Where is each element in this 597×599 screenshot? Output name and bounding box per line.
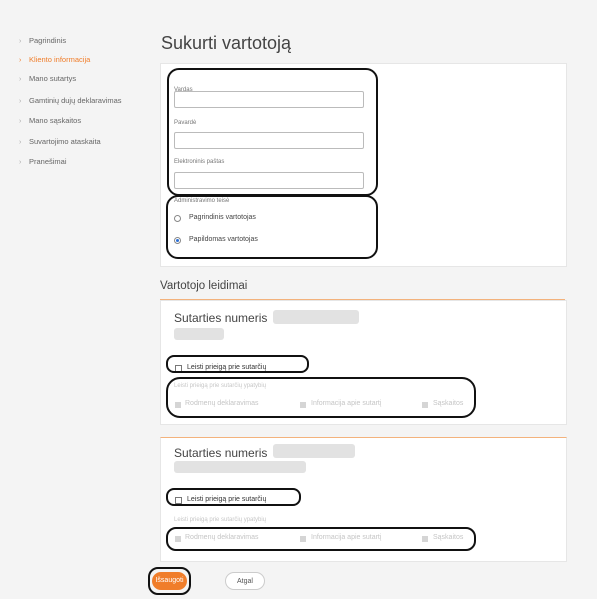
chevron-right-icon: › [19, 57, 22, 64]
contract-address-redacted [174, 328, 224, 340]
contract-title: Sutarties numeris [174, 446, 268, 460]
contract-number-redacted [273, 310, 359, 324]
sidebar-item-label: Suvartojimo ataskaita [29, 137, 101, 146]
permissions-title: Vartotojo leidimai [160, 280, 248, 292]
sidebar: › Pagrindinis › Kliento informacija › Mano … [0, 0, 150, 599]
contract-title: Sutarties numeris [174, 311, 268, 325]
sidebar-item-pagrindinis[interactable]: › Pagrindinis [19, 36, 66, 45]
sidebar-item-mano-saskaitos[interactable]: › Mano sąskaitos [19, 116, 81, 125]
sidebar-item-kliento-informacija[interactable]: › Kliento informacija [19, 55, 90, 64]
features-label: Leisti prieigą prie sutarčių ypatybių [174, 517, 267, 523]
sidebar-item-suvartojimo-ataskaita[interactable]: › Suvartojimo ataskaita [19, 137, 101, 146]
chevron-right-icon: › [19, 76, 22, 83]
chevron-right-icon: › [19, 98, 22, 105]
sidebar-item-label: Pagrindinis [29, 36, 67, 45]
annotation-oval-features-2 [166, 527, 476, 551]
back-button[interactable]: Atgal [225, 572, 265, 590]
sidebar-item-label: Gamtinių dujų deklaravimas [29, 96, 122, 105]
contract-number-redacted [273, 444, 355, 458]
annotation-oval-allow-contracts-1 [166, 355, 309, 373]
annotation-oval-admin-rights [166, 195, 378, 259]
chevron-right-icon: › [19, 139, 22, 146]
sidebar-item-pranesimai[interactable]: › Pranešimai [19, 157, 67, 166]
sidebar-item-label: Pranešimai [29, 157, 67, 166]
sidebar-item-label: Mano sutartys [29, 74, 77, 83]
sidebar-item-gamtiniu-duju-deklaravimas[interactable]: › Gamtinių dujų deklaravimas [19, 96, 122, 105]
sidebar-item-label: Mano sąskaitos [29, 116, 82, 125]
annotation-oval-features-1 [166, 377, 476, 418]
chevron-right-icon: › [19, 38, 22, 45]
annotation-oval-save [148, 567, 191, 595]
annotation-oval-fields [167, 68, 378, 196]
page-title: Sukurti vartotoją [161, 33, 292, 53]
chevron-right-icon: › [19, 159, 22, 166]
sidebar-item-label: Kliento informacija [29, 55, 91, 64]
sidebar-item-mano-sutartys[interactable]: › Mano sutartys [19, 74, 76, 83]
annotation-oval-allow-contracts-2 [166, 488, 301, 506]
contract-address-redacted [174, 461, 306, 473]
chevron-right-icon: › [19, 118, 22, 125]
